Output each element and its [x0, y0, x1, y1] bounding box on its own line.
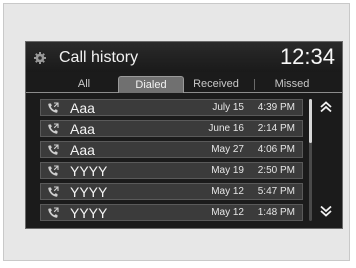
call-date: May 19 [211, 165, 244, 176]
header-bar: Call history 12:34 [26, 42, 342, 72]
call-row[interactable]: YYYY May 19 2:50 PM [40, 162, 303, 179]
tab-divider [254, 79, 255, 90]
call-row[interactable]: Aaa July 15 4:39 PM [40, 99, 303, 116]
outgoing-call-icon [48, 165, 59, 176]
call-date: May 27 [211, 144, 244, 155]
call-date: June 16 [208, 123, 244, 134]
call-time: 2:14 PM [257, 123, 295, 134]
page-title: Call history [59, 49, 139, 66]
call-time: 4:39 PM [257, 102, 295, 113]
outgoing-call-icon [48, 123, 59, 134]
tab-all[interactable]: All [44, 76, 124, 93]
call-history-screen: Call history 12:34 All Dialed Received M… [25, 41, 343, 229]
double-chevron-down-icon[interactable] [319, 205, 333, 217]
outgoing-call-icon [48, 102, 59, 113]
contact-name: YYYY [70, 184, 108, 200]
outgoing-call-icon [48, 207, 59, 218]
call-row[interactable]: YYYY May 12 1:48 PM [40, 204, 303, 221]
tab-bar: All Dialed Received Missed [26, 75, 342, 93]
contact-name: Aaa [70, 142, 95, 158]
tab-received[interactable]: Received [186, 76, 246, 93]
call-date: July 15 [212, 102, 244, 113]
contact-name: Aaa [70, 121, 95, 137]
outgoing-call-icon [48, 186, 59, 197]
call-date: May 12 [211, 207, 244, 218]
scroll-thumb[interactable] [309, 99, 312, 143]
call-time: 2:50 PM [257, 165, 295, 176]
double-chevron-up-icon[interactable] [319, 101, 333, 113]
tab-missed[interactable]: Missed [262, 76, 322, 93]
scrollbar[interactable] [309, 99, 312, 221]
outgoing-call-icon [48, 144, 59, 155]
call-date: May 12 [211, 186, 244, 197]
call-row[interactable]: Aaa June 16 2:14 PM [40, 120, 303, 137]
call-time: 5:47 PM [257, 186, 295, 197]
call-time: 1:48 PM [257, 207, 295, 218]
tab-dialed[interactable]: Dialed [118, 76, 184, 93]
call-row[interactable]: YYYY May 12 5:47 PM [40, 183, 303, 200]
contact-name: Aaa [70, 100, 95, 116]
call-row[interactable]: Aaa May 27 4:06 PM [40, 141, 303, 158]
clock: 12:34 [279, 44, 335, 69]
contact-name: YYYY [70, 163, 108, 179]
gear-icon[interactable] [34, 52, 46, 64]
contact-name: YYYY [70, 205, 108, 221]
call-time: 4:06 PM [257, 144, 295, 155]
